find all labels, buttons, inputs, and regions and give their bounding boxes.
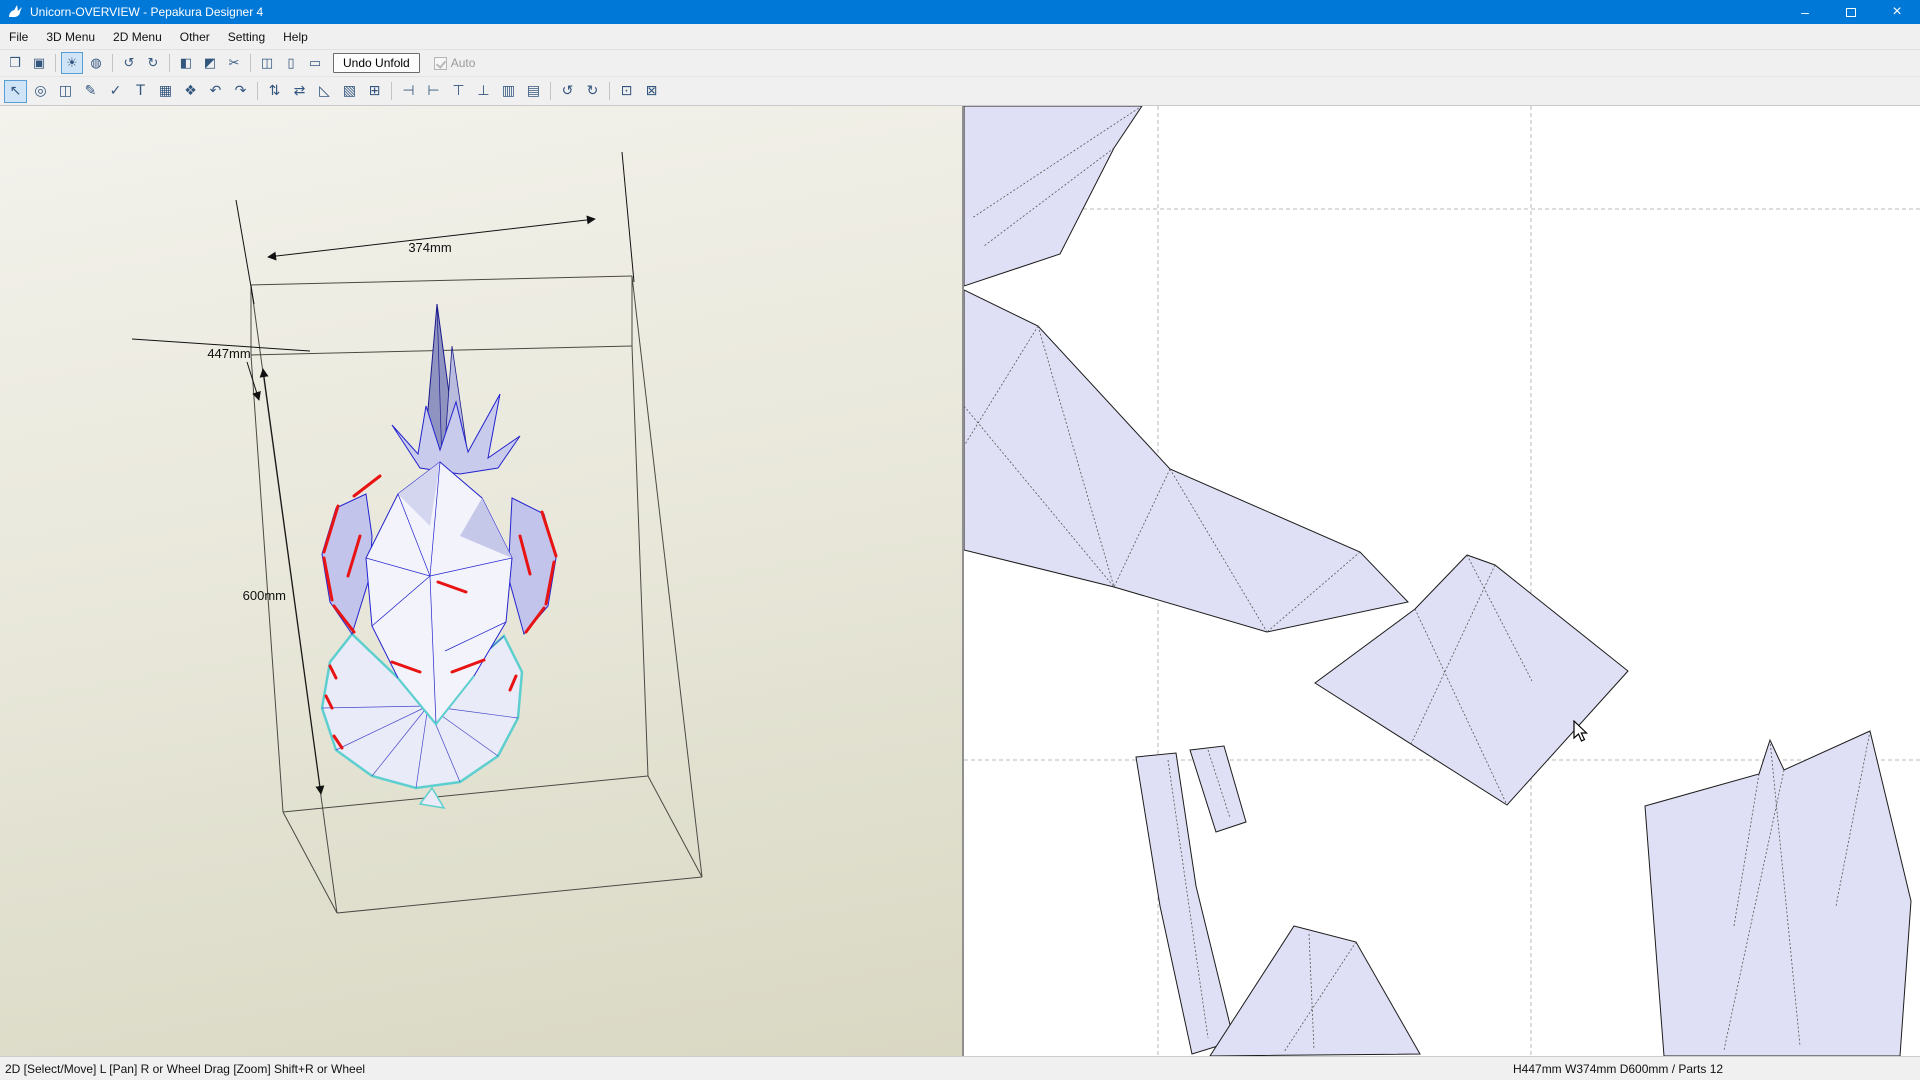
3d-window-icon[interactable]: ▯	[280, 52, 302, 74]
pattern-piece[interactable]	[1644, 730, 1912, 1056]
undo-unfold-button[interactable]: Undo Unfold	[333, 53, 420, 73]
pattern-piece[interactable]	[1189, 745, 1247, 833]
rotate-left-part-icon[interactable]: ↺	[556, 80, 579, 103]
align-right-icon[interactable]: ⊢	[422, 80, 445, 103]
toolbar-separator	[257, 82, 258, 100]
center-v-icon[interactable]: ▤	[522, 80, 545, 103]
toolbar-separator	[391, 82, 392, 100]
toolbar-separator	[609, 82, 610, 100]
titlebar: Unicorn-OVERVIEW - Pepakura Designer 4 –…	[0, 0, 1920, 24]
auto-checkbox-label: Auto	[450, 56, 476, 70]
maximize-icon	[1846, 7, 1856, 17]
open-folder-icon[interactable]: ❒	[4, 52, 26, 74]
texture-icon[interactable]: ◍	[85, 52, 107, 74]
2d-window-icon[interactable]: ▭	[304, 52, 326, 74]
2d-toolbar: ↖ ◎ ◫ ✎ ✓ T ▦ ❖ ↶ ↷ ⇅ ⇄ ◺ ▧ ⊞ ⊣ ⊢ ⊤ ⊥ ▥ ▤ ↺ ↻ ⊡ ⊠	[0, 77, 1920, 106]
auto-checkbox-group[interactable]: Auto	[433, 56, 476, 70]
image-tool-icon[interactable]: ▦	[154, 80, 177, 103]
window-title: Unicorn-OVERVIEW - Pepakura Designer 4	[30, 5, 264, 19]
add-flap-icon[interactable]: ◺	[313, 80, 336, 103]
split-window-icon[interactable]: ◫	[256, 52, 278, 74]
pattern-piece[interactable]	[1209, 925, 1421, 1056]
text-tool-icon[interactable]: T	[129, 80, 152, 103]
toolbar-separator	[250, 54, 251, 72]
maximize-button[interactable]	[1828, 0, 1874, 24]
2d-layout-viewport[interactable]	[964, 106, 1920, 1056]
rotate-part-icon[interactable]: ◎	[29, 80, 52, 103]
3d-viewport[interactable]: 374mm 447mm 600mm	[0, 106, 962, 1056]
select-all-parts-icon[interactable]: ⊡	[615, 80, 638, 103]
swap-flap-icon[interactable]: ⇄	[288, 80, 311, 103]
light-icon[interactable]: ☀	[61, 52, 83, 74]
auto-checkbox[interactable]	[433, 56, 447, 70]
select-move-icon[interactable]: ↖	[4, 79, 27, 103]
symbol-tool-icon[interactable]: ❖	[179, 80, 202, 103]
reverse-fold-icon[interactable]: ⇅	[263, 80, 286, 103]
menu-item-2d-menu[interactable]: 2D Menu	[104, 26, 171, 48]
unicorn-model[interactable]	[320, 303, 558, 810]
redo-icon[interactable]: ↷	[229, 80, 252, 103]
sheet-icon[interactable]: ▧	[338, 80, 361, 103]
menu-item-other[interactable]: Other	[171, 26, 219, 48]
edge-view-icon[interactable]: ◩	[199, 52, 221, 74]
fit-view-icon[interactable]: ⊠	[640, 80, 663, 103]
rotate-right-part-icon[interactable]: ↻	[581, 80, 604, 103]
center-h-icon[interactable]: ▥	[497, 80, 520, 103]
rotate-left-icon[interactable]: ↺	[118, 52, 140, 74]
rotate-right-icon[interactable]: ↻	[142, 52, 164, 74]
unfold-icon[interactable]: ✂	[223, 52, 245, 74]
statusbar: 2D [Select/Move] L [Pan] R or Wheel Drag…	[0, 1056, 1920, 1080]
status-model-info: H447mm W374mm D600mm / Parts 12	[1513, 1061, 1724, 1076]
menu-item-setting[interactable]: Setting	[219, 26, 274, 48]
undo-icon[interactable]: ↶	[204, 80, 227, 103]
menu-item-file[interactable]: File	[0, 26, 37, 48]
main-toolbar: ❒ ▣ ☀ ◍ ↺ ↻ ◧ ◩ ✂ ◫ ▯ ▭ Undo Unfold Auto	[0, 50, 1920, 77]
dim-depth-label: 600mm	[243, 588, 286, 603]
close-button[interactable]: ×	[1874, 0, 1920, 24]
arrange-parts-icon[interactable]: ⊞	[363, 80, 386, 103]
toolbar-separator	[112, 54, 113, 72]
minimize-button[interactable]: –	[1782, 0, 1828, 24]
menu-item-3d-menu[interactable]: 3D Menu	[37, 26, 104, 48]
edit-line-icon[interactable]: ✎	[79, 80, 102, 103]
dim-width-label: 374mm	[408, 240, 451, 255]
toolbar-separator	[169, 54, 170, 72]
toolbar-separator	[55, 54, 56, 72]
pattern-piece[interactable]	[964, 289, 1409, 633]
align-bottom-icon[interactable]: ⊥	[472, 80, 495, 103]
check-line-icon[interactable]: ✓	[104, 80, 127, 103]
divide-join-icon[interactable]: ◫	[54, 80, 77, 103]
toolbar-separator	[550, 82, 551, 100]
shade-view-icon[interactable]: ◧	[175, 52, 197, 74]
app-logo-icon	[6, 4, 24, 20]
align-left-icon[interactable]: ⊣	[397, 80, 420, 103]
pattern-piece[interactable]	[964, 106, 1143, 287]
menu-item-help[interactable]: Help	[274, 26, 317, 48]
menubar: File 3D Menu 2D Menu Other Setting Help	[0, 24, 1920, 50]
dim-height-label: 447mm	[207, 346, 250, 361]
align-top-icon[interactable]: ⊤	[447, 80, 470, 103]
save-icon[interactable]: ▣	[28, 52, 50, 74]
status-hint-text: 2D [Select/Move] L [Pan] R or Wheel Drag…	[5, 1061, 366, 1076]
